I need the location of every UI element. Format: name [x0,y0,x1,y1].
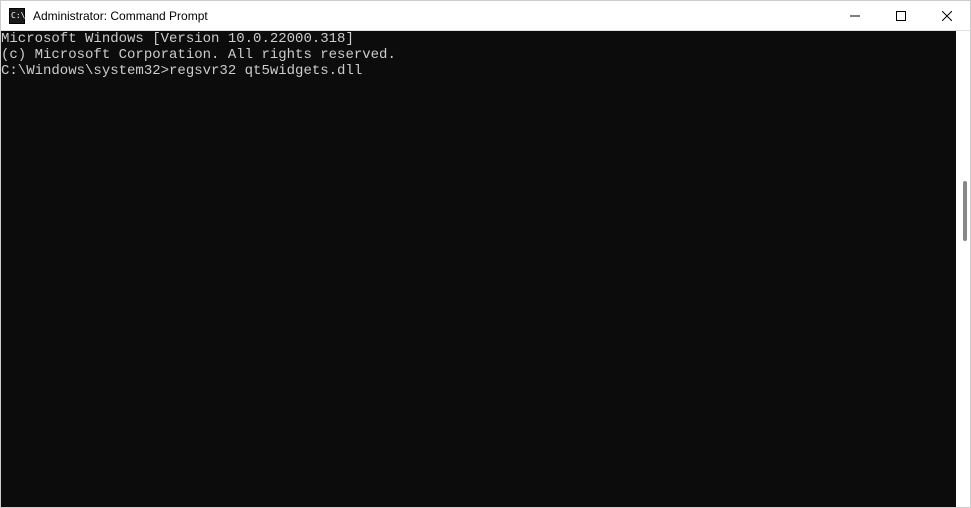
output-line: Microsoft Windows [Version 10.0.22000.31… [1,31,956,47]
scrollbar-thumb[interactable] [963,181,967,241]
command-prompt-window: C:\ Administrator: Command Prompt [0,0,971,508]
minimize-button[interactable] [832,1,878,30]
window-controls [832,1,970,30]
close-button[interactable] [924,1,970,30]
terminal-container: Microsoft Windows [Version 10.0.22000.31… [1,31,970,507]
output-line: (c) Microsoft Corporation. All rights re… [1,47,956,63]
terminal-output[interactable]: Microsoft Windows [Version 10.0.22000.31… [1,31,956,507]
app-icon: C:\ [9,8,25,24]
scrollbar[interactable] [956,31,970,507]
prompt-line: C:\Windows\system32>regsvr32 qt5widgets.… [1,63,956,79]
window-title: Administrator: Command Prompt [33,9,832,23]
titlebar[interactable]: C:\ Administrator: Command Prompt [1,1,970,31]
svg-text:C:\: C:\ [11,11,25,20]
maximize-button[interactable] [878,1,924,30]
